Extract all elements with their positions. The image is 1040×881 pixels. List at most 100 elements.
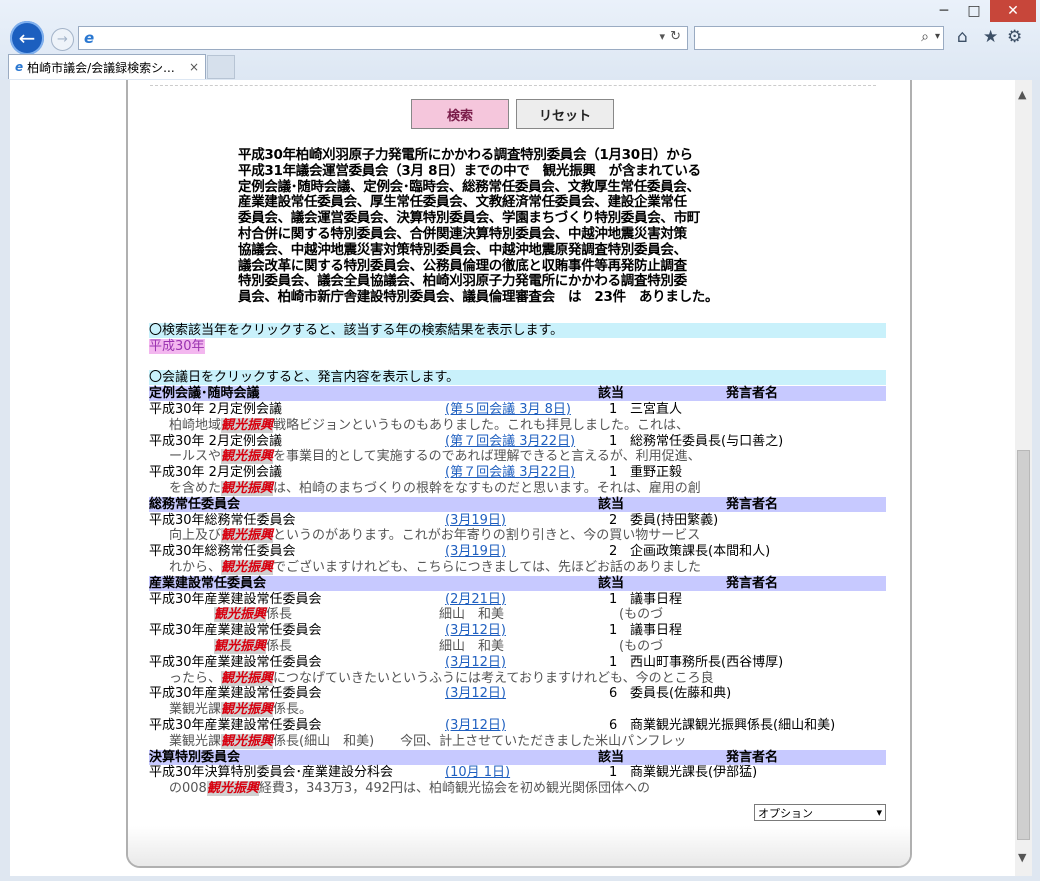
hit-count: 2 xyxy=(609,512,618,528)
new-tab-button[interactable] xyxy=(207,55,235,79)
meeting-date-link[interactable]: (第５回会議 3月 8日) xyxy=(445,402,571,417)
excerpt-pre: 柏崎地域 xyxy=(169,417,222,433)
keyword-highlight: 観光振興 xyxy=(221,702,274,718)
address-dropdown-icon[interactable]: ▾ xyxy=(659,30,665,43)
year-link[interactable]: 平成30年 xyxy=(149,338,205,354)
excerpt-note: (ものづ xyxy=(619,639,664,654)
excerpt: 向上及び観光振興というのがあります。これがお年寄りの割り引きと、今の買い物サービ… xyxy=(169,528,701,544)
meeting-date-link[interactable]: (3月19日) xyxy=(445,513,506,528)
speaker-name: 議事日程 xyxy=(630,591,683,607)
table-row: 平成30年産業建設常任委員会 (3月12日) 6 委員長(佐藤和典) xyxy=(149,686,886,701)
browser-search-box[interactable]: ⌕ ▾ xyxy=(694,26,944,50)
excerpt-pre: ールスや xyxy=(169,449,222,465)
speaker-header: 発言者名 xyxy=(726,496,779,512)
date-notice-text: 〇会議日をクリックすると、発言内容を表示します。 xyxy=(149,370,460,386)
home-icon[interactable]: ⌂ xyxy=(957,27,968,47)
excerpt: ールスや観光振興を事業目的として実施するのであれば理解できると言えるが、利用促進… xyxy=(169,449,701,465)
reset-button[interactable]: リセット xyxy=(516,99,614,129)
search-icon[interactable]: ⌕ xyxy=(921,29,929,45)
table-row: 平成30年 2月定例会議 (第７回会議 3月22日) 1 総務常任委員長(与口善之) xyxy=(149,434,886,449)
maximize-button[interactable]: □ xyxy=(960,0,988,22)
year-notice-text: 〇検索該当年をクリックすると、該当する年の検索結果を表示します。 xyxy=(149,323,564,338)
excerpt-row: 観光振興係長 細山 和美 (ものづ xyxy=(149,607,886,623)
meeting-date-link[interactable]: (第７回会議 3月22日) xyxy=(445,434,575,449)
meeting-date-link[interactable]: (3月12日) xyxy=(445,718,506,733)
close-window-button[interactable]: ✕ xyxy=(990,0,1036,22)
options-select[interactable]: オプション ▾ xyxy=(754,804,886,821)
hit-count: 1 xyxy=(609,765,618,781)
search-button[interactable]: 検索 xyxy=(411,99,509,129)
refresh-icon[interactable]: ↻ xyxy=(670,29,681,44)
meeting-name: 平成30年産業建設常任委員会 xyxy=(149,686,322,702)
summary-line: 村合併に関する特別委員会、合併関連決算特別委員会、中越沖地震災害対策 xyxy=(238,225,687,242)
excerpt-pre: れから、 xyxy=(169,560,222,575)
back-arrow-icon: ← xyxy=(18,26,36,50)
gaito-header: 該当 xyxy=(598,386,625,402)
excerpt-pre: の008 xyxy=(169,781,207,797)
speaker-name: 三宮直人 xyxy=(630,402,683,417)
section-header: 定例会議･随時会議 該当 発言者名 xyxy=(149,386,886,402)
summary-line: 員会、柏崎市新庁舎建設特別委員会、議員倫理審査会 は 23件 ありました。 xyxy=(238,289,719,306)
minimize-button[interactable]: ─ xyxy=(930,0,958,22)
browser-tab[interactable]: e 柏崎市議会/会議録検索シ... × xyxy=(8,54,206,79)
meeting-date-link[interactable]: (3月12日) xyxy=(445,655,506,670)
hit-count: 1 xyxy=(609,465,618,481)
search-summary: 平成30年柏崎刈羽原子力発電所にかかわる調査特別委員会（1月30日）から 平成31… xyxy=(238,147,798,306)
meeting-name: 平成30年 2月定例会議 xyxy=(149,433,282,449)
speaker-name: 議事日程 xyxy=(630,623,683,639)
excerpt: の008観光振興経費3，343万3，492円は、柏崎観光協会を初め観光関係団体へ… xyxy=(169,781,650,797)
meeting-date-link[interactable]: (3月12日) xyxy=(445,623,506,638)
summary-line: 特別委員会、議会全員協議会、柏崎刈羽原子力発電所にかかわる調査特別委 xyxy=(238,273,687,290)
scroll-thumb[interactable] xyxy=(1017,450,1030,840)
keyword-highlight: 観光振興 xyxy=(221,733,274,749)
keyword-highlight: 観光振興 xyxy=(214,607,267,623)
meeting-date-link[interactable]: (3月12日) xyxy=(445,686,506,701)
search-dropdown-icon[interactable]: ▾ xyxy=(935,31,940,42)
excerpt-pre: を含めた xyxy=(169,481,222,496)
section-title: 産業建設常任委員会 xyxy=(149,575,267,591)
meeting-name: 平成30年 2月定例会議 xyxy=(149,465,282,481)
table-row: 平成30年 2月定例会議 (第７回会議 3月22日) 1 重野正毅 xyxy=(149,465,886,480)
excerpt-post: 戦略ビジョンというものもありました。これも拝見しました。これは、 xyxy=(273,417,690,433)
forward-button[interactable]: → xyxy=(51,28,74,51)
keyword-highlight: 観光振興 xyxy=(221,528,274,544)
excerpt-post: 係長(細山 和美) 今回、計上させていただきました米山パンフレッ xyxy=(273,733,687,749)
options-selected: オプション xyxy=(758,806,813,820)
summary-line: 委員会、議会運営委員会、決算特別委員会、学園まちづくり特別委員会、市町 xyxy=(238,210,700,227)
excerpt: 観光振興係長 xyxy=(169,639,292,654)
vertical-scrollbar[interactable]: ▲ ▼ xyxy=(1015,80,1032,876)
excerpt-row: 業観光課観光振興係長。 xyxy=(149,702,886,718)
back-button[interactable]: ← xyxy=(10,21,44,55)
tab-close-icon[interactable]: × xyxy=(189,60,199,74)
meeting-name: 平成30年産業建設常任委員会 xyxy=(149,623,322,639)
meeting-date-link[interactable]: (第７回会議 3月22日) xyxy=(445,465,575,480)
excerpt-post: というのがあります。これがお年寄りの割り引きと、今の買い物サービス xyxy=(273,528,701,544)
excerpt-name: 細山 和美 xyxy=(439,607,505,623)
scroll-up-icon[interactable]: ▲ xyxy=(1018,88,1026,101)
meeting-date-link[interactable]: (10月 1日) xyxy=(445,765,510,780)
favorites-star-icon[interactable]: ★ xyxy=(983,27,998,47)
excerpt-row: 向上及び観光振興というのがあります。これがお年寄りの割り引きと、今の買い物サービ… xyxy=(149,528,886,544)
excerpt: 柏崎地域観光振興戦略ビジョンというものもありました。これも拝見しました。これは、 xyxy=(169,417,690,433)
gaito-header: 該当 xyxy=(598,575,625,591)
speaker-header: 発言者名 xyxy=(726,386,779,402)
excerpt: 業観光課観光振興係長。 xyxy=(169,702,312,718)
speaker-header: 発言者名 xyxy=(726,575,779,591)
section-header: 決算特別委員会 該当 発言者名 xyxy=(149,749,886,765)
table-row: 平成30年 2月定例会議 (第５回会議 3月 8日) 1 三宮直人 xyxy=(149,402,886,417)
summary-line: 産業建設常任委員会、厚生常任委員会、文教経済常任委員会、建設企業常任 xyxy=(238,194,687,211)
date-notice: 〇会議日をクリックすると、発言内容を表示します。 xyxy=(149,370,886,386)
table-row: 平成30年産業建設常任委員会 (3月12日) 6 商業観光課観光振興係長(細山和美) xyxy=(149,718,886,733)
gear-icon[interactable]: ⚙ xyxy=(1007,27,1022,47)
speaker-name: 委員長(佐藤和典) xyxy=(630,686,732,702)
year-notice: 〇検索該当年をクリックすると、該当する年の検索結果を表示します。 xyxy=(149,323,886,338)
address-bar[interactable]: e ▾ ↻ xyxy=(78,26,688,50)
scroll-down-icon[interactable]: ▼ xyxy=(1018,851,1026,864)
panel-footer xyxy=(128,826,910,866)
keyword-highlight: 観光振興 xyxy=(221,481,274,496)
meeting-date-link[interactable]: (3月19日) xyxy=(445,544,506,559)
speaker-name: 重野正毅 xyxy=(630,465,683,481)
excerpt: 業観光課観光振興係長(細山 和美) 今回、計上させていただきました米山パンフレッ xyxy=(169,733,687,749)
meeting-date-link[interactable]: (2月21日) xyxy=(445,592,506,607)
excerpt-row: の008観光振興経費3，343万3，492円は、柏崎観光協会を初め観光関係団体へ… xyxy=(149,781,886,797)
